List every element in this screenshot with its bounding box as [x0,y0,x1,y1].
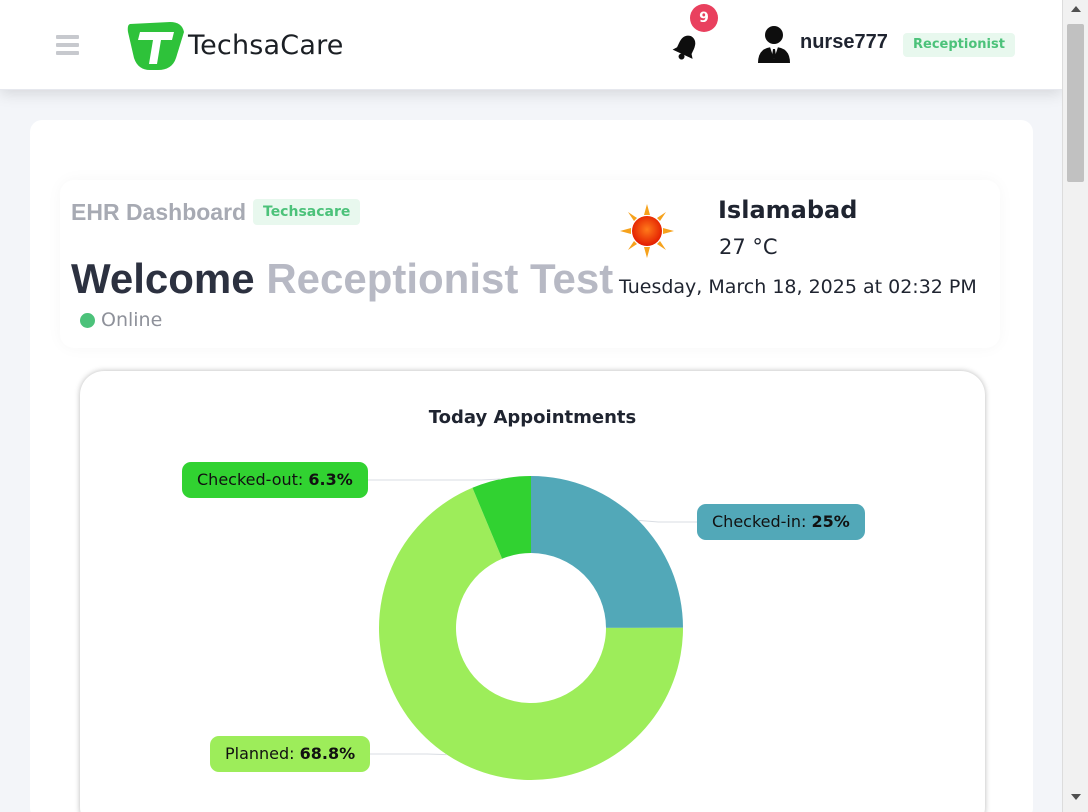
label-connector-checked-in [638,519,697,523]
online-status-label: Online [101,309,163,331]
current-datetime: Tuesday, March 18, 2025 at 02:32 PM [619,276,977,298]
top-bar: TechsaCare 9 nurse777 Receptionist [0,0,1062,90]
notification-count-badge[interactable]: 9 [690,4,718,32]
donut-slice-checked-in[interactable] [531,476,683,628]
brand-logo[interactable]: TechsaCare [126,18,344,72]
slice-label-value: 6.3% [308,470,353,489]
slice-label-name: Checked-in: [712,512,812,531]
slice-label-value: 25% [811,512,850,531]
scroll-up-arrow-icon[interactable] [1071,6,1081,12]
online-status: Online [80,309,162,331]
welcome-user-name: Receptionist Test [266,255,614,302]
role-badge: Receptionist [903,33,1015,57]
bell-icon[interactable] [671,32,701,62]
dashboard-title: EHR Dashboard [71,199,247,225]
welcome-word: Welcome [71,255,255,302]
appointments-chart-card: Today Appointments Checked-in: 25% Planne… [80,371,985,812]
welcome-heading: Welcome Receptionist Test [71,255,613,303]
slice-label-checked-out: Checked-out: 6.3% [182,462,368,498]
page-scrollbar[interactable] [1062,0,1088,812]
slice-label-value: 68.8% [299,744,356,763]
scrollbar-thumb[interactable] [1067,24,1084,182]
online-dot-icon [80,312,95,328]
organization-badge: Techsacare [253,199,361,225]
slice-label-planned: Planned: 68.8% [210,736,371,772]
username[interactable]: nurse777 [800,31,888,54]
slice-label-name: Planned: [225,744,300,763]
scroll-down-arrow-icon[interactable] [1071,794,1081,800]
label-connector-checked-out [365,478,502,481]
slice-label-checked-in: Checked-in: 25% [697,504,865,540]
slice-label-name: Checked-out: [197,470,309,489]
label-connector-planned [365,753,447,756]
menu-icon[interactable] [56,35,79,56]
weather-city: Islamabad [718,196,858,224]
user-avatar-icon[interactable] [756,25,792,63]
sun-icon [620,204,674,258]
brand-name: TechsaCare [188,29,344,61]
brand-logo-mark-icon [127,22,184,70]
weather-temperature: 27 °C [719,235,778,259]
